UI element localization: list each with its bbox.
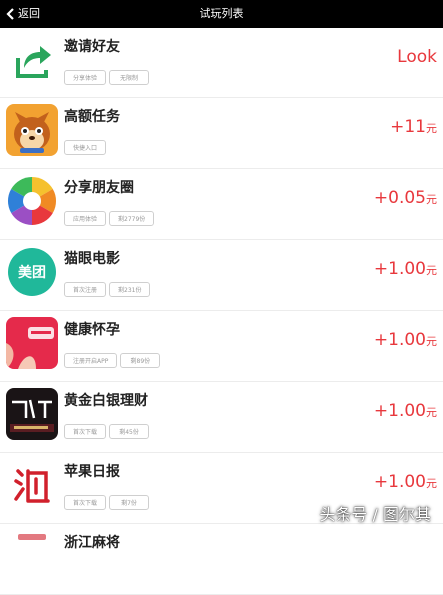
reward-value: +1.00元 [374,330,437,350]
huggies-icon [6,317,58,369]
reward-value: Look [397,47,437,67]
reward-value: +1.00元 [374,259,437,279]
reward-amount: Look [397,47,437,67]
task-name: 邀请好友 [64,39,120,55]
task-tag: 剩89份 [120,353,161,368]
task-row-invite-friends[interactable]: 邀请好友 分享体验 无限制 Look [0,28,443,98]
task-row-share-moments[interactable]: 分享朋友圈 应用体验 剩2779份 +0.05元 [0,169,443,240]
back-label: 返回 [18,7,40,20]
reward-value: +0.05元 [374,188,437,208]
task-name: 健康怀孕 [64,322,120,338]
reward-value: +1.00元 [374,401,437,421]
share-arrow-icon [6,34,58,86]
task-tags: 首次下载 剩7份 [64,495,150,510]
task-tags: 快捷入口 [64,140,107,155]
top-nav-bar: 返回 试玩列表 [0,0,443,28]
task-tag: 剩45份 [109,424,150,439]
task-row-gold-silver-finance[interactable]: 黄金白银理财 首次下载 剩45份 +1.00元 [0,382,443,453]
reward-unit: 元 [426,264,437,277]
reward-amount: +0.05 [373,188,426,208]
task-name: 苹果日报 [64,464,120,480]
chevron-left-icon [6,8,14,20]
reward-unit: 元 [426,122,437,135]
reward-amount: +1.00 [373,259,426,279]
reward-amount: +1.00 [373,401,426,421]
reward-amount: +1.00 [373,330,426,350]
reward-amount: +11 [390,117,426,137]
reward-value: +1.00元 [374,472,437,492]
task-tags: 注册开启APP 剩89份 [64,353,161,368]
reward-amount: +1.00 [373,472,426,492]
task-name: 黄金白银理财 [64,393,148,409]
task-name: 猫眼电影 [64,251,120,267]
zhe-calligraphy-icon [6,459,58,511]
meituan-icon-text: 美团 [18,264,46,281]
page-title: 试玩列表 [199,7,244,20]
task-tag: 剩2779份 [109,211,155,226]
reward-unit: 元 [426,477,437,490]
mahjong-icon [6,530,58,582]
task-row-zhejiang-mahjong[interactable]: 浙江麻将 [0,524,443,595]
meituan-icon: 美团 [6,246,58,298]
task-tags: 首次注册 剩231份 [64,282,151,297]
task-name: 高额任务 [64,109,120,125]
task-tag: 剩7份 [109,495,150,510]
task-tag: 分享体验 [64,70,107,85]
task-row-pregnancy[interactable]: 健康怀孕 注册开启APP 剩89份 +1.00元 [0,311,443,382]
task-name: 分享朋友圈 [64,180,134,196]
aperture-icon [6,175,58,227]
task-tags: 分享体验 无限制 [64,70,150,85]
reward-value: +11元 [390,117,437,137]
task-tag: 注册开启APP [64,353,118,368]
reward-unit: 元 [426,335,437,348]
watermark: 头条号 / 图尔其 [319,505,431,524]
task-tag: 快捷入口 [64,140,107,155]
reward-unit: 元 [426,193,437,206]
task-tags: 首次下载 剩45份 [64,424,150,439]
squirrel-icon [6,104,58,156]
task-tag: 无限制 [109,70,150,85]
task-row-maoyan[interactable]: 美团 猫眼电影 首次注册 剩231份 +1.00元 [0,240,443,311]
reward-unit: 元 [426,406,437,419]
task-tag: 应用体验 [64,211,107,226]
finance-icon [6,388,58,440]
task-name: 浙江麻将 [64,535,120,551]
task-tag: 首次下载 [64,424,107,439]
task-tag: 剩231份 [109,282,151,297]
back-button[interactable]: 返回 [6,0,40,28]
task-tag: 首次注册 [64,282,107,297]
task-tag: 首次下载 [64,495,107,510]
task-tags: 应用体验 剩2779份 [64,211,155,226]
task-row-high-reward[interactable]: 高额任务 快捷入口 +11元 [0,98,443,169]
